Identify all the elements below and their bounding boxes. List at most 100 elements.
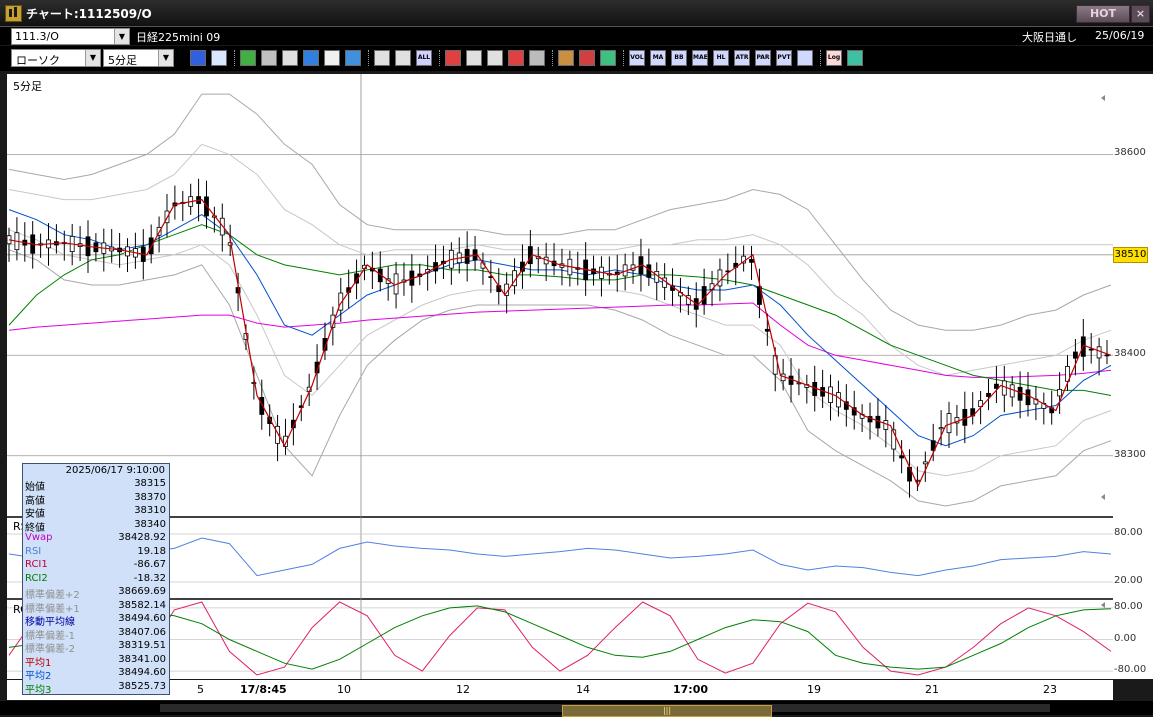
candle-body: [1009, 384, 1015, 398]
tools-icon[interactable]: [579, 50, 595, 66]
data-window-label: RSI: [25, 545, 42, 557]
candle-body: [899, 455, 905, 459]
chart-toolbar: ローソク ▼ 5分足 ▼ ALL VOL MA BB MAE HL ATR PAR PVT Log: [0, 46, 1153, 71]
candle-body: [836, 392, 841, 408]
vol-icon[interactable]: VOL: [629, 50, 645, 66]
box-icon[interactable]: [797, 50, 813, 66]
candle-body: [1088, 348, 1094, 351]
toolbar-separator: [552, 50, 555, 66]
candle-icon[interactable]: [374, 50, 390, 66]
candle-body: [994, 383, 999, 389]
chart-app-icon: [5, 5, 22, 22]
candle-body: [1001, 380, 1007, 396]
disabled-icon[interactable]: [529, 50, 545, 66]
candle-body: [764, 328, 770, 332]
area-icon[interactable]: [487, 50, 503, 66]
chart-canvas[interactable]: [7, 74, 1113, 679]
current-price-marker: 38510: [1113, 247, 1148, 263]
candle-body: [962, 408, 968, 426]
data-window-row: 標準偏差-1 38407.06: [23, 627, 169, 642]
data-window-value: -86.67: [133, 559, 166, 570]
axis-tick-label: 80.00: [1114, 600, 1143, 612]
pane-scroll-marker-icon: [1101, 494, 1105, 500]
swap-icon[interactable]: [508, 50, 524, 66]
hl-icon[interactable]: HL: [713, 50, 729, 66]
symbol-dropdown-arrow-icon[interactable]: ▼: [114, 29, 129, 44]
scroll-thumb[interactable]: |||: [562, 705, 772, 717]
chart-type-arrow-icon[interactable]: ▼: [85, 50, 100, 66]
window-icon[interactable]: [211, 50, 227, 66]
avg1-line: [8, 198, 1112, 488]
data-window-row: 高値 38370: [23, 492, 169, 507]
axis-tick-label: 38600: [1114, 147, 1146, 159]
horizontal-scrollbar[interactable]: |||: [0, 701, 1153, 717]
pencil-icon[interactable]: [240, 50, 256, 66]
candle-body: [883, 420, 889, 430]
data-window-row: RSI 19.18: [23, 546, 169, 558]
vwap-line: [8, 302, 1112, 378]
band-minus2-line: [8, 249, 1112, 507]
title-bar: チャート:1112509/O HOT ×: [0, 0, 1153, 27]
hot-button[interactable]: HOT: [1076, 5, 1130, 23]
data-window-timestamp: 2025/06/17 9:10:00: [65, 465, 165, 476]
market-date: 25/06/19: [1095, 29, 1145, 42]
data-window-label: 平均3: [25, 684, 52, 696]
cursor-icon[interactable]: [282, 50, 298, 66]
para-icon[interactable]: PAR: [755, 50, 771, 66]
grid-icon[interactable]: [558, 50, 574, 66]
axis-tick-label: 38300: [1114, 448, 1146, 460]
data-window-row: RCI2 -18.32: [23, 573, 169, 585]
pvt-icon[interactable]: PVT: [776, 50, 792, 66]
symbol-bar: ▼ 日経225mini 09 大阪日通し 25/06/19: [0, 27, 1153, 45]
document-icon[interactable]: [324, 50, 340, 66]
candle-body: [1025, 389, 1031, 406]
scroll-track[interactable]: |||: [160, 704, 1050, 717]
symbol-input[interactable]: [12, 29, 113, 44]
chart-type-select[interactable]: ローソク ▼: [11, 49, 101, 67]
close-button[interactable]: ×: [1131, 5, 1150, 23]
rci2-line: [8, 605, 1112, 670]
all-icon[interactable]: ALL: [416, 50, 432, 66]
ma-icon[interactable]: MA: [650, 50, 666, 66]
data-window: 2025/06/17 9:10:00 始値 38315 高値 38370 安値 38310…: [22, 463, 170, 696]
bb-icon[interactable]: BB: [671, 50, 687, 66]
data-window-value: 38315: [134, 478, 166, 489]
compare-icon[interactable]: [445, 50, 461, 66]
link-icon[interactable]: [261, 50, 277, 66]
band-plus2-line: [8, 93, 1112, 331]
axis-tick-label: -80.00: [1114, 664, 1147, 676]
time-axis: 5 17/8:45 10 12 14 17:00 19 21 23: [7, 680, 1113, 700]
time-tick-label: 5: [197, 683, 204, 696]
candle-body: [875, 415, 881, 429]
market-session-label: 大阪日通し: [1022, 31, 1077, 44]
toolbar-separator: [623, 50, 626, 66]
pane-scroll-marker-icon: [1101, 602, 1105, 608]
candle-move-icon[interactable]: [395, 50, 411, 66]
search-chart-icon[interactable]: [466, 50, 482, 66]
time-tick-label: 17:00: [673, 683, 709, 696]
data-window-value: 38319.51: [118, 640, 166, 651]
toolbar-separator: [368, 50, 371, 66]
timeframe-arrow-icon[interactable]: ▼: [158, 50, 173, 66]
data-window-label: RCI1: [25, 559, 48, 570]
time-tick-label: 17/8:45: [240, 683, 287, 696]
candle-body: [1017, 386, 1023, 401]
toolbar-separator: [234, 50, 237, 66]
log-icon[interactable]: Log: [826, 50, 842, 66]
export-icon[interactable]: [847, 50, 863, 66]
toolbar-separator: [820, 50, 823, 66]
data-window-value: 38340: [134, 518, 166, 530]
chart-area[interactable]: [7, 74, 1113, 679]
time-tick-label: 10: [337, 683, 351, 696]
data-window-value: 38341.00: [118, 653, 166, 665]
palette-icon[interactable]: [600, 50, 616, 66]
atr-icon[interactable]: ATR: [734, 50, 750, 66]
data-window-row: 標準偏差+1 38582.14: [23, 600, 169, 615]
timeframe-select[interactable]: 5分足 ▼: [103, 49, 174, 67]
data-window-row: 標準偏差-2 38319.51: [23, 640, 169, 655]
symbol-combobox[interactable]: ▼: [11, 28, 130, 45]
trash-icon[interactable]: [345, 50, 361, 66]
mae-icon[interactable]: MAE: [692, 50, 708, 66]
refresh-icon[interactable]: [303, 50, 319, 66]
zoom-icon[interactable]: [190, 50, 206, 66]
